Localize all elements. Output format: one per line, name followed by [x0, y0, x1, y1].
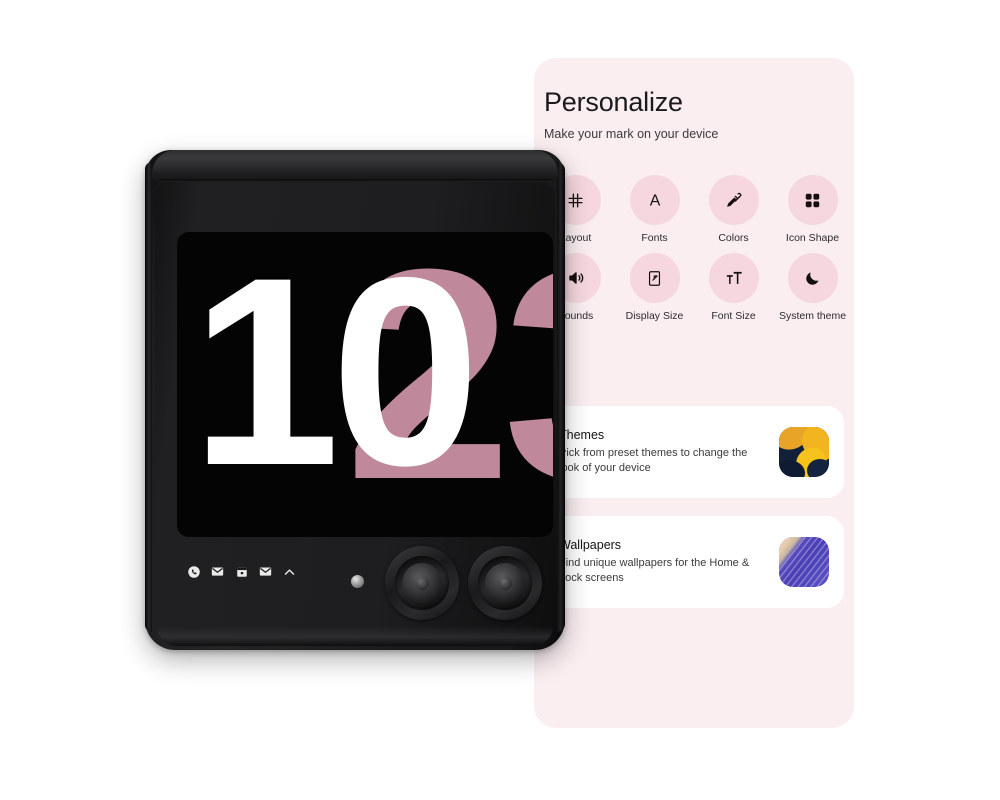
quick-setting-fonts[interactable]: A Fonts — [615, 175, 694, 244]
mail-icon[interactable] — [259, 565, 272, 578]
quick-setting-label: Font Size — [711, 310, 756, 323]
quick-setting-label: System theme — [778, 310, 847, 323]
quick-setting-label: Fonts — [641, 232, 668, 244]
quick-setting-display-size[interactable]: Display Size — [615, 253, 694, 322]
four-squares-icon — [787, 175, 838, 225]
phone-left-edge — [145, 162, 152, 632]
themes-card-text: Themes Pick from preset themes to change… — [559, 428, 779, 475]
page-title: Personalize — [544, 87, 683, 117]
quick-setting-label: Icon Shape — [785, 232, 840, 244]
phone-icon[interactable] — [187, 565, 200, 578]
font-size-icon — [708, 253, 759, 304]
mail-icon[interactable] — [211, 565, 224, 578]
page-subtitle: Make your mark on your device — [544, 127, 719, 142]
themes-thumbnail — [779, 427, 829, 477]
quick-setting-font-size[interactable]: Font Size — [694, 253, 773, 322]
quick-setting-system-theme[interactable]: System theme — [773, 253, 852, 322]
camera-lens-secondary — [468, 546, 542, 620]
camera-flash — [351, 575, 364, 588]
cover-screen-dock — [187, 565, 296, 578]
personalize-panel: Personalize Make your mark on your devic… — [534, 58, 854, 728]
themes-card-title: Themes — [559, 428, 605, 443]
wallpapers-thumbnail — [779, 537, 829, 587]
svg-text:A: A — [649, 192, 660, 209]
quick-setting-label: Display Size — [625, 310, 684, 323]
wallpapers-card-text: Wallpapers Find unique wallpapers for th… — [559, 538, 779, 585]
wallpapers-card-title: Wallpapers — [559, 538, 622, 553]
wallpapers-card-description: Find unique wallpapers for the Home & Lo… — [559, 557, 750, 584]
chevron-up-icon[interactable] — [283, 565, 296, 578]
eyedropper-icon — [708, 175, 759, 225]
display-resize-icon — [629, 253, 680, 304]
phone-hinge — [152, 150, 558, 180]
letter-a-icon: A — [629, 175, 680, 225]
quick-setting-label: Colors — [718, 232, 749, 244]
themes-card-description: Pick from preset themes to change the lo… — [559, 447, 748, 474]
clock-widget: 23 10 — [177, 232, 553, 537]
quick-settings-grid: Layout A Fonts Colors Icon Shape Sounds … — [536, 175, 852, 323]
phone-right-edge — [557, 162, 565, 632]
foldable-phone-device: 23 10 — [145, 150, 565, 650]
panel-header: Personalize Make your mark on your devic… — [544, 87, 844, 142]
quick-setting-colors[interactable]: Colors — [694, 175, 773, 244]
screenshot-root: Personalize Make your mark on your devic… — [0, 0, 1000, 800]
wallpapers-card[interactable]: Wallpapers Find unique wallpapers for th… — [544, 516, 844, 608]
clock-hours: 10 — [191, 232, 480, 521]
cover-screen[interactable]: 23 10 — [177, 232, 553, 537]
camera-lens-primary — [385, 546, 459, 620]
calendar-icon[interactable] — [235, 565, 248, 578]
moon-icon — [787, 253, 838, 304]
themes-card[interactable]: Themes Pick from preset themes to change… — [544, 406, 844, 498]
phone-bottom-chin — [157, 626, 553, 646]
quick-setting-icon-shape[interactable]: Icon Shape — [773, 175, 852, 244]
